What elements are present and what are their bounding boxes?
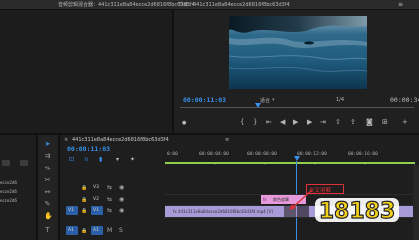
watermark-logo: 18183 — [313, 194, 399, 225]
tools-panel: ➤ ⇉ ⟛ ✂ ↔ ✎ ✋ T — [38, 135, 58, 240]
eye-icon[interactable]: ◉ — [119, 184, 124, 191]
sequence-menu-icon[interactable]: ≡ — [225, 137, 229, 143]
monitor-timecode-end: 00:00:34:2 — [390, 96, 419, 104]
go-to-in-icon[interactable]: ⇤ — [266, 119, 272, 126]
monitor-scrub-bar[interactable] — [180, 107, 414, 108]
list-view-icon[interactable] — [20, 160, 28, 166]
wrench-icon[interactable]: ✦ — [130, 156, 135, 163]
lock-icon[interactable]: 🔒 — [81, 197, 87, 203]
source-panel — [0, 10, 172, 128]
sync-lock-icon[interactable]: ⇆ — [107, 207, 112, 214]
track-header-v1: V1 🔒 V1 ⇆ ◉ — [63, 206, 163, 216]
project-item[interactable]: ecce2d6 — [0, 180, 17, 185]
add-button-icon[interactable]: + — [402, 119, 408, 126]
lift-icon[interactable]: ⇧ — [335, 119, 341, 126]
ruler-tick-label: 00:00:04:00 — [199, 152, 229, 157]
eye-icon[interactable]: ◉ — [119, 196, 124, 203]
track-target-label: A1 — [68, 228, 74, 233]
track-select-tool-icon[interactable]: ⇉ — [44, 153, 51, 160]
marker-icon[interactable]: ▾ — [116, 156, 119, 163]
transport-controls: ● { } ⇤ ◀ ▶ ▶ ⇥ ⇧ ⇪ ◙ ⊞ + — [0, 118, 419, 130]
monitor-timecode-current[interactable]: 00:00:11:03 — [183, 96, 226, 104]
timeline-scrollbar[interactable] — [413, 165, 419, 240]
fx-icon: fx — [263, 197, 267, 202]
play-button-icon[interactable]: ▶ — [293, 119, 298, 126]
monitor-playhead[interactable] — [255, 103, 261, 108]
track-header-v3: 🔒 V3 ⇆ ◉ — [63, 183, 163, 193]
sequence-name[interactable]: 441c311e8a84ecce2d6816f8bc63d3f4 — [72, 137, 169, 143]
mute-icon[interactable]: M — [107, 227, 112, 234]
camera-icon[interactable]: ◙ — [366, 119, 373, 126]
lock-icon[interactable]: 🔒 — [81, 208, 87, 214]
lock-icon[interactable]: 🔒 — [81, 228, 87, 234]
sync-lock-icon[interactable]: ⇆ — [107, 184, 112, 191]
eye-icon[interactable]: ◉ — [119, 207, 124, 214]
ruler-tick-label: 00:00:16:00 — [348, 152, 378, 157]
track-header-a1: A1 🔒 A1 M S — [63, 226, 163, 236]
lock-icon[interactable]: 🔒 — [81, 185, 87, 191]
tab-audio-mixer[interactable]: 音频剪辑混合器：441c311e8a84ecce2d6816f8bc63d3f4 — [58, 1, 195, 8]
clip-label: 颜色遮罩 — [273, 197, 289, 202]
bin-icon[interactable] — [2, 160, 10, 166]
go-to-out-icon[interactable]: ⇥ — [320, 119, 326, 126]
solo-icon[interactable]: S — [119, 227, 123, 234]
track-name: A1 — [93, 228, 99, 233]
close-icon[interactable]: × — [64, 137, 68, 143]
chevron-down-icon[interactable]: ▾ — [272, 97, 275, 103]
project-item[interactable]: ecce2d6 — [0, 189, 17, 194]
track-name: V1 — [93, 208, 99, 213]
tab-program-monitor[interactable]: 节目：441c311e8a84ecce2d6816f8bc63d3f4 — [178, 1, 290, 8]
track-name: V2 — [93, 197, 99, 202]
type-tool-icon[interactable]: T — [44, 227, 51, 234]
ruler-tick-label: 0:00 — [167, 152, 178, 157]
clip-label: fx 441c311e8a84ecce2d6816f8bc63d3f4.mp4 … — [173, 209, 273, 214]
selection-tool-icon[interactable]: ➤ — [44, 141, 51, 148]
step-forward-icon[interactable]: ▶ — [307, 119, 312, 126]
sync-lock-icon[interactable]: ⇆ — [107, 196, 112, 203]
track-name: V3 — [93, 185, 99, 190]
ruler-tick-label: 00:00:08:00 — [247, 152, 277, 157]
slip-tool-icon[interactable]: ↔ — [44, 189, 51, 196]
panel-menu-icon[interactable]: ≡ — [398, 1, 403, 8]
timeline-playhead[interactable] — [294, 156, 300, 161]
project-item[interactable]: ecce2d6 — [0, 198, 17, 203]
work-area-bar[interactable] — [165, 162, 415, 164]
timeline-timecode[interactable]: 00:00:11:03 — [67, 145, 110, 153]
ruler-tick-label: 00:00:12:00 — [297, 152, 327, 157]
button-editor-icon[interactable]: ⊞ — [382, 119, 388, 126]
add-marker-icon[interactable]: ▮ — [99, 156, 102, 163]
marker-icon[interactable]: ● — [182, 120, 186, 127]
svg-text:18183: 18183 — [319, 199, 396, 224]
pen-tool-icon[interactable]: ✎ — [44, 201, 51, 208]
program-video-frame — [229, 16, 367, 89]
resolution-dropdown[interactable]: 1/4 — [336, 97, 344, 103]
razor-tool-icon[interactable]: ✂ — [44, 177, 51, 184]
track-target-label: V1 — [68, 208, 74, 213]
hand-tool-icon[interactable]: ✋ — [44, 213, 53, 220]
mark-in-icon[interactable]: { — [240, 119, 244, 126]
project-panel — [0, 135, 36, 240]
linked-selection-icon[interactable]: ∩ — [84, 156, 88, 163]
step-back-icon[interactable]: ◀ — [280, 119, 285, 126]
ripple-edit-tool-icon[interactable]: ⟛ — [44, 165, 51, 172]
callout-arrow-icon — [289, 189, 313, 210]
mark-out-icon[interactable]: } — [253, 119, 257, 126]
extract-icon[interactable]: ⇪ — [350, 119, 356, 126]
track-header-v2: 🔒 V2 ⇆ ◉ — [63, 195, 163, 205]
fit-dropdown[interactable]: 适合 — [260, 97, 270, 104]
snap-icon[interactable]: ⊡ — [69, 156, 74, 163]
